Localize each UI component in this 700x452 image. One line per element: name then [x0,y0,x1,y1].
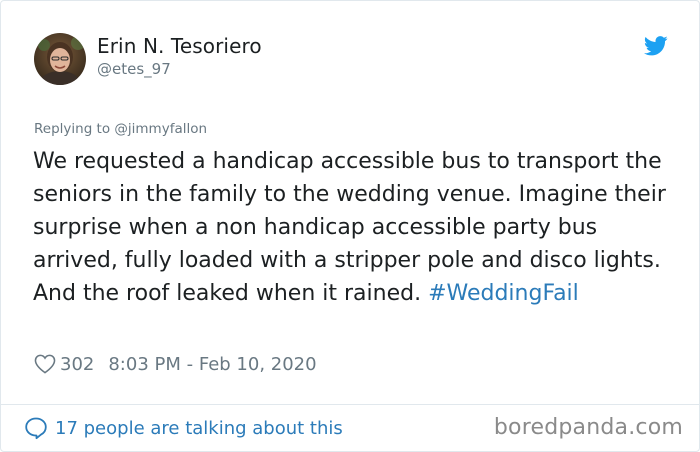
hashtag-link[interactable]: #WeddingFail [428,281,579,306]
user-display-name[interactable]: Erin N. Tesoriero [97,34,262,58]
tweet-text: We requested a handicap accessible bus t… [33,145,673,310]
twitter-bird-icon[interactable] [643,36,668,56]
tweet-timestamp[interactable]: 8:03 PM - Feb 10, 2020 [108,354,316,375]
tweet-card: Erin N. Tesoriero @etes_97 Replying to @… [0,0,700,452]
speech-bubble-icon [24,416,48,440]
tweet-meta: 302 8:03 PM - Feb 10, 2020 [34,351,317,377]
avatar[interactable] [34,33,86,85]
heart-icon[interactable] [34,354,56,374]
like-count[interactable]: 302 [60,354,94,375]
watermark: boredpanda.com [493,415,683,440]
user-handle[interactable]: @etes_97 [97,60,171,78]
conversation-label: 17 people are talking about this [55,417,343,439]
conversation-link[interactable]: 17 people are talking about this [24,415,343,441]
divider [1,404,699,405]
replying-to[interactable]: Replying to @jimmyfallon [34,121,207,137]
